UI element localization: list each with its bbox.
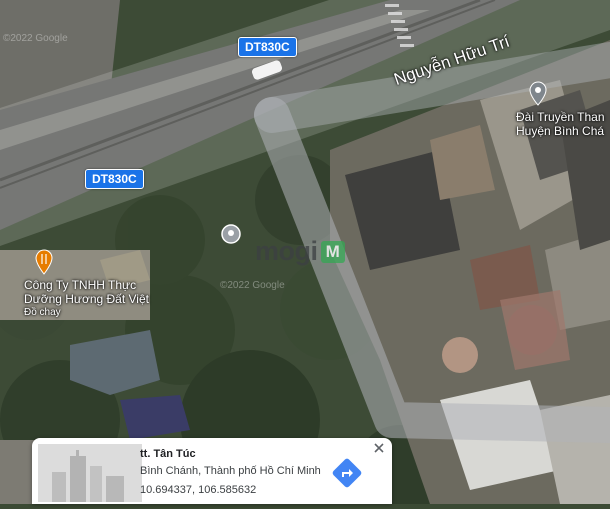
- poi-name-line: Đài Truyền Than: [516, 110, 605, 124]
- road-shield: DT830C: [238, 37, 297, 57]
- poi-name-line: Huyện Bình Chá: [516, 124, 605, 138]
- poi-name-line: Công Ty TNHH Thực: [24, 278, 137, 292]
- poi-name-line: Dưỡng Hương Đất Việt: [24, 292, 149, 306]
- map-copyright: ©2022 Google: [3, 33, 68, 44]
- poi-label[interactable]: Công Ty TNHH Thực Dưỡng Hương Đất Việt Đ…: [24, 278, 149, 320]
- city-thumbnail-icon: [38, 444, 142, 502]
- directions-icon[interactable]: [332, 458, 362, 488]
- map-copyright: ©2022 Google: [220, 280, 285, 291]
- place-address: Bình Chánh, Thành phố Hồ Chí Minh: [140, 465, 321, 477]
- place-title: tt. Tân Túc: [140, 448, 196, 460]
- poi-label[interactable]: Đài Truyền Than Huyện Bình Chá: [516, 110, 605, 138]
- poi-category: Đồ chay: [24, 307, 61, 318]
- place-info-card[interactable]: tt. Tân Túc Bình Chánh, Thành phố Hồ Chí…: [32, 438, 392, 504]
- watermark-mark: M: [320, 240, 345, 263]
- watermark-text: mogi: [255, 236, 318, 266]
- place-thumbnail[interactable]: [38, 444, 142, 502]
- watermark: mogi M: [255, 236, 345, 267]
- close-icon[interactable]: [372, 441, 386, 455]
- place-coordinates: 10.694337, 106.585632: [140, 484, 257, 496]
- road-shield: DT830C: [85, 169, 144, 189]
- place-marker-icon[interactable]: [221, 224, 241, 244]
- satellite-map[interactable]: ©2022 Google ©2022 Google DT830C DT830C …: [0, 0, 610, 509]
